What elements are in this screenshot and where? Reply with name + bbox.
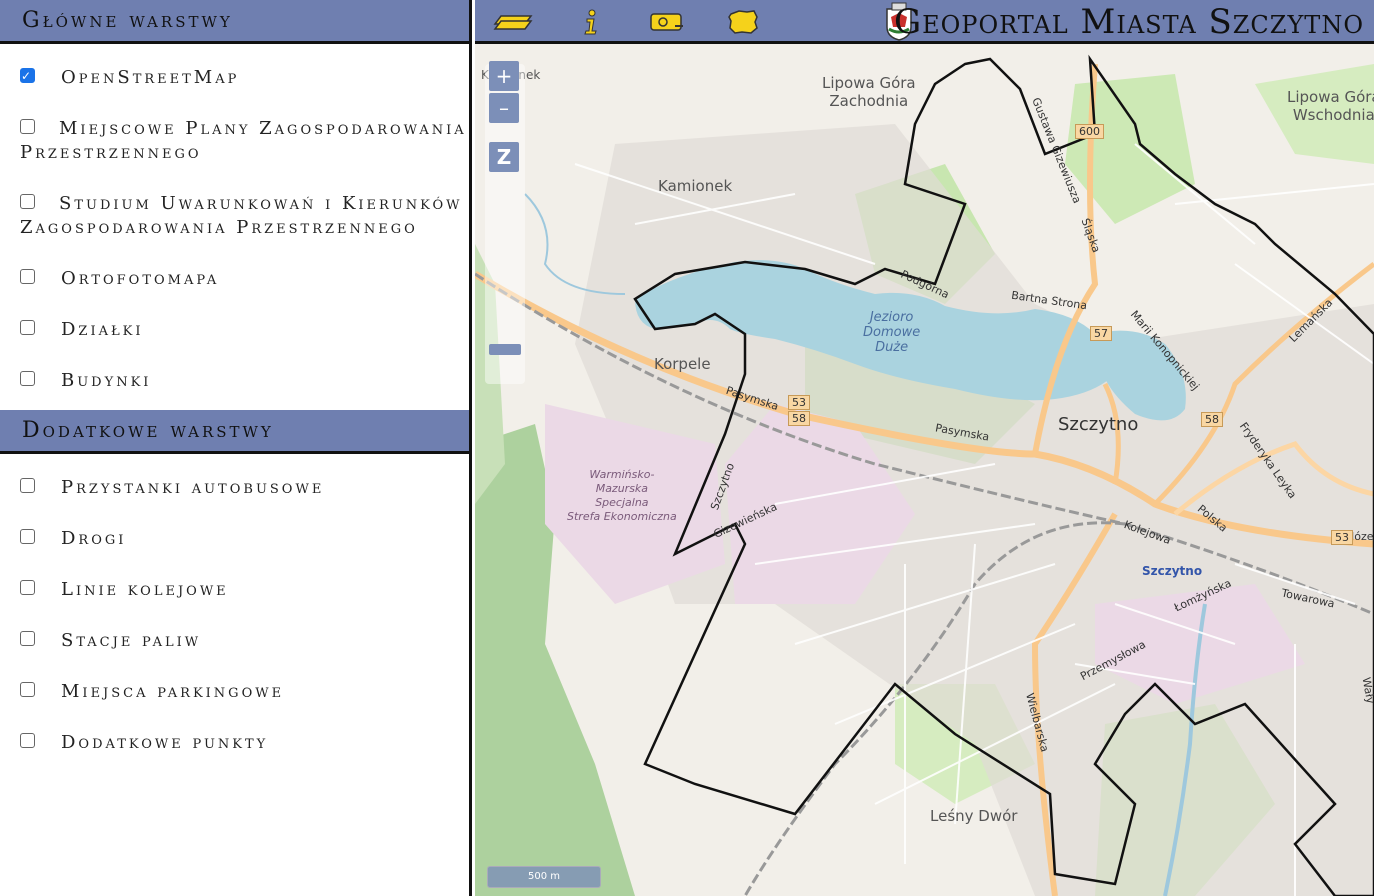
layer-label: Ortofotomapa [61, 268, 220, 289]
layer-checkbox[interactable] [20, 733, 35, 748]
portal-title: Geoportal Miasta Szczytno [893, 2, 1364, 42]
zone-label: Warmińsko- Mazurska Specjalna Strefa Ekonom… [567, 468, 677, 523]
layer-checkbox[interactable] [20, 119, 35, 134]
layer-stacje-paliw[interactable]: Stacje paliw [0, 615, 469, 666]
zoom-extent-button[interactable]: Z [489, 142, 519, 172]
road-label: Józe [1351, 530, 1374, 543]
top-toolbar: Geoportal Miasta Szczytno [475, 0, 1374, 44]
layer-label: Przystanki autobusowe [61, 477, 325, 498]
layer-label: Miejsca parkingowe [61, 681, 285, 702]
road-shield: 58 [788, 411, 810, 426]
scale-bar: 500 m [487, 866, 601, 888]
layer-label: Miejscowe Plany Zagospodarowania Przestr… [20, 118, 467, 163]
layer-ortofotomapa[interactable]: Ortofotomapa [0, 253, 469, 304]
road-shield: 57 [1090, 326, 1112, 341]
road-shield: 53 [1331, 530, 1353, 545]
layer-label: Działki [61, 319, 144, 340]
layers-icon[interactable] [491, 6, 535, 38]
zoom-out-button[interactable]: – [489, 93, 519, 123]
layer-checkbox[interactable] [20, 529, 35, 544]
map-view[interactable]: Kamionek Kamionek Lipowa GóraZachodnia L… [475, 44, 1374, 896]
road-shield: 58 [1201, 412, 1223, 427]
layer-checkbox[interactable] [20, 194, 35, 209]
measure-icon[interactable] [645, 6, 689, 38]
zoom-slider-handle[interactable] [489, 344, 521, 355]
place-label: Szczytno [1058, 414, 1139, 435]
layer-checkbox[interactable] [20, 68, 35, 83]
extra-layers-list: Przystanki autobusowe Drogi Linie kolejo… [0, 454, 469, 768]
layer-label: Studium Uwarunkowań i Kierunków Zagospod… [20, 193, 463, 238]
place-label: Lipowa Góra Wschodnia [1287, 88, 1374, 124]
layer-panel: Główne warstwy OpenStreetMap Miejscowe P… [0, 0, 472, 896]
layer-linie-kolejowe[interactable]: Linie kolejowe [0, 564, 469, 615]
place-label: Kamionek [658, 177, 733, 195]
extra-layers-title: Dodatkowe warstwy [22, 418, 274, 443]
layer-checkbox[interactable] [20, 682, 35, 697]
layer-label: OpenStreetMap [61, 67, 240, 88]
poland-map-icon[interactable] [721, 6, 765, 38]
layer-studium[interactable]: Studium Uwarunkowań i Kierunków Zagospod… [0, 178, 469, 253]
layer-checkbox[interactable] [20, 478, 35, 493]
layer-checkbox[interactable] [20, 320, 35, 335]
main-layers-list: OpenStreetMap Miejscowe Plany Zagospodar… [0, 44, 469, 406]
layer-parkingi[interactable]: Miejsca parkingowe [0, 666, 469, 717]
road-shield: 53 [788, 395, 810, 410]
zoom-in-button[interactable]: + [489, 61, 519, 91]
extra-layers-header: Dodatkowe warstwy [0, 410, 469, 454]
layer-label: Budynki [61, 370, 152, 391]
layer-label: Drogi [61, 528, 127, 549]
layer-dodatkowe-punkty[interactable]: Dodatkowe punkty [0, 717, 469, 768]
layer-label: Dodatkowe punkty [61, 732, 269, 753]
layer-label: Linie kolejowe [61, 579, 229, 600]
layer-przystanki[interactable]: Przystanki autobusowe [0, 462, 469, 513]
layer-checkbox[interactable] [20, 269, 35, 284]
layer-openstreetmap[interactable]: OpenStreetMap [0, 52, 469, 103]
layer-mpzp[interactable]: Miejscowe Plany Zagospodarowania Przestr… [0, 103, 469, 178]
layer-label: Stacje paliw [61, 630, 202, 651]
road-shield: 600 [1075, 124, 1104, 139]
main-layers-header: Główne warstwy [0, 0, 469, 44]
layer-checkbox[interactable] [20, 580, 35, 595]
layer-checkbox[interactable] [20, 631, 35, 646]
lake-label: Jezioro Domowe Duże [863, 310, 921, 355]
layer-drogi[interactable]: Drogi [0, 513, 469, 564]
place-label: Lipowa Góra Zachodnia [822, 74, 916, 110]
station-label: Szczytno [1142, 564, 1203, 578]
layer-dzialki[interactable]: Działki [0, 304, 469, 355]
place-label: Leśny Dwór [930, 807, 1018, 825]
layer-budynki[interactable]: Budynki [0, 355, 469, 406]
info-icon[interactable] [569, 6, 613, 38]
main-layers-title: Główne warstwy [22, 8, 233, 33]
layer-checkbox[interactable] [20, 371, 35, 386]
place-label: Korpele [654, 355, 711, 373]
